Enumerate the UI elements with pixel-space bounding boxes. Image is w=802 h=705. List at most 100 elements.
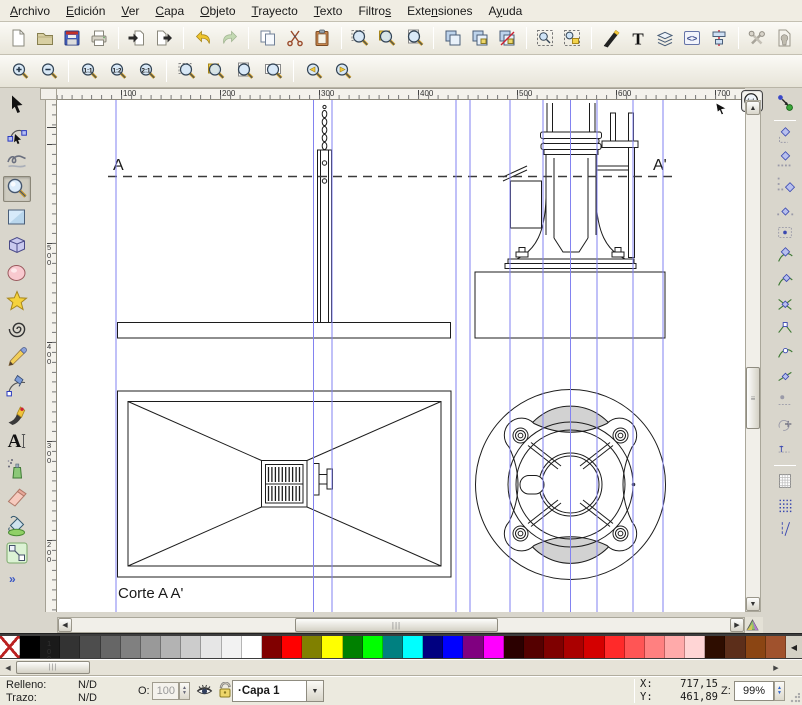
snap-path-intersections-button[interactable] xyxy=(773,293,797,315)
horizontal-scroll-thumb[interactable]: ||| xyxy=(295,618,498,632)
palette-swatch[interactable] xyxy=(121,636,141,658)
layers-dialog-button[interactable] xyxy=(652,25,677,51)
tool-box-3d[interactable] xyxy=(3,232,31,258)
snap-bbox-corners-button[interactable] xyxy=(773,173,797,195)
canvas[interactable]: A A' Corte A A' 1:1 xyxy=(57,100,745,612)
import-button[interactable] xyxy=(125,25,150,51)
toolbox-overflow-button[interactable]: » xyxy=(9,572,16,586)
scroll-down-arrow[interactable]: ▼ xyxy=(746,597,760,611)
vertical-scrollbar[interactable]: ▲ ≡ ▼ xyxy=(745,100,761,612)
align-dialog-button[interactable] xyxy=(707,25,732,51)
palette-swatch[interactable] xyxy=(201,636,221,658)
palette-swatch[interactable] xyxy=(504,636,524,658)
ungroup-button[interactable] xyxy=(560,25,585,51)
zoom-fit-page-width-button[interactable] xyxy=(260,58,287,85)
tool-eraser[interactable] xyxy=(3,484,31,510)
palette-swatch[interactable] xyxy=(605,636,625,658)
print-button[interactable] xyxy=(86,25,111,51)
palette-overflow-arrow[interactable]: ◀ xyxy=(786,636,802,658)
snap-grid-button[interactable] xyxy=(773,494,797,516)
palette-swatch[interactable] xyxy=(766,636,786,658)
scroll-up-arrow[interactable]: ▲ xyxy=(746,101,760,115)
palette-swatch[interactable] xyxy=(181,636,201,658)
snap-bbox-edge-midpoints-button[interactable] xyxy=(773,197,797,219)
fill-stroke-dialog-button[interactable] xyxy=(598,25,623,51)
paste-button[interactable] xyxy=(310,25,335,51)
palette-swatch[interactable] xyxy=(383,636,403,658)
menu-objeto[interactable]: Objeto xyxy=(192,1,243,21)
new-document-button[interactable] xyxy=(5,25,30,51)
redo-button[interactable] xyxy=(217,25,242,51)
palette-swatch[interactable] xyxy=(524,636,544,658)
tool-zoom[interactable] xyxy=(3,176,31,202)
tool-spray[interactable] xyxy=(3,456,31,482)
palette-swatch[interactable] xyxy=(343,636,363,658)
menu-capa[interactable]: Capa xyxy=(147,1,192,21)
palette-swatch[interactable] xyxy=(161,636,181,658)
menu-extensiones[interactable]: Extensiones xyxy=(399,1,480,21)
snap-cusp-nodes-button[interactable] xyxy=(773,317,797,339)
palette-scroll-right-arrow[interactable]: ▶ xyxy=(770,662,782,674)
tool-connector[interactable] xyxy=(3,540,31,566)
palette-swatch[interactable] xyxy=(544,636,564,658)
zoom-previous-button[interactable] xyxy=(300,58,327,85)
snap-smooth-nodes-button[interactable] xyxy=(773,341,797,363)
zoom-1-2-button[interactable]: 1:2 xyxy=(104,58,131,85)
palette-swatch-none[interactable] xyxy=(0,636,20,658)
palette-swatch[interactable] xyxy=(322,636,342,658)
tool-star[interactable] xyxy=(3,288,31,314)
scroll-right-arrow[interactable]: ▶ xyxy=(730,618,744,632)
tool-bezier-pen[interactable] xyxy=(3,372,31,398)
palette-swatch[interactable] xyxy=(725,636,745,658)
opacity-field[interactable]: 100 xyxy=(152,682,179,700)
zoom-spinner[interactable]: ▲▼ xyxy=(774,681,785,701)
zoom-fit-selection-button[interactable] xyxy=(173,58,200,85)
opacity-spinner[interactable]: ▲▼ xyxy=(179,682,190,700)
tool-spiral[interactable] xyxy=(3,316,31,342)
snap-paths-button[interactable] xyxy=(773,269,797,291)
export-button[interactable] xyxy=(152,25,177,51)
document-properties-button[interactable] xyxy=(772,25,797,51)
palette-swatch[interactable] xyxy=(584,636,604,658)
zoom-drawing-button[interactable] xyxy=(375,25,400,51)
palette-scroll-left-arrow[interactable]: ◀ xyxy=(2,662,14,674)
snap-guides-button[interactable] xyxy=(773,518,797,540)
zoom-1-1-button[interactable]: 1:1 xyxy=(75,58,102,85)
snap-line-midpoints-button[interactable] xyxy=(773,365,797,387)
group-button[interactable] xyxy=(533,25,558,51)
menu-archivo[interactable]: Archivo xyxy=(2,1,58,21)
snap-enable-button[interactable] xyxy=(773,92,797,114)
palette-swatch[interactable] xyxy=(746,636,766,658)
color-management-toggle[interactable] xyxy=(745,617,763,633)
palette-swatch[interactable] xyxy=(101,636,121,658)
tool-tweak[interactable] xyxy=(3,148,31,174)
palette-swatch[interactable] xyxy=(60,636,80,658)
copy-button[interactable] xyxy=(255,25,280,51)
open-document-button[interactable] xyxy=(32,25,57,51)
create-clone-button[interactable] xyxy=(467,25,492,51)
tool-text[interactable]: A xyxy=(3,428,31,454)
palette-swatch[interactable] xyxy=(665,636,685,658)
layer-visibility-toggle[interactable] xyxy=(196,683,213,697)
zoom-field[interactable]: 99% xyxy=(734,681,774,701)
snap-bbox-centers-button[interactable] xyxy=(773,221,797,243)
window-resize-grip[interactable] xyxy=(790,693,800,703)
vertical-scroll-thumb[interactable]: ≡ xyxy=(746,367,760,429)
zoom-selection-button[interactable] xyxy=(348,25,373,51)
palette-scroll-thumb[interactable]: ||| xyxy=(16,661,90,674)
palette-swatch[interactable] xyxy=(262,636,282,658)
menu-ayuda[interactable]: Ayuda xyxy=(481,1,531,21)
zoom-fit-page-button[interactable] xyxy=(231,58,258,85)
palette-swatch[interactable] xyxy=(685,636,705,658)
layer-lock-toggle[interactable] xyxy=(218,682,232,698)
layer-dropdown-button[interactable]: ▼ xyxy=(306,681,323,701)
palette-swatch[interactable] xyxy=(484,636,504,658)
palette-swatch[interactable] xyxy=(242,636,262,658)
xml-editor-button[interactable]: <> xyxy=(679,25,704,51)
palette-swatch[interactable] xyxy=(443,636,463,658)
palette-swatch[interactable] xyxy=(282,636,302,658)
layer-selector[interactable]: ·Capa 1 ▼ xyxy=(232,680,324,702)
zoom-fit-drawing-button[interactable] xyxy=(202,58,229,85)
save-document-button[interactable] xyxy=(59,25,84,51)
preferences-button[interactable] xyxy=(745,25,770,51)
